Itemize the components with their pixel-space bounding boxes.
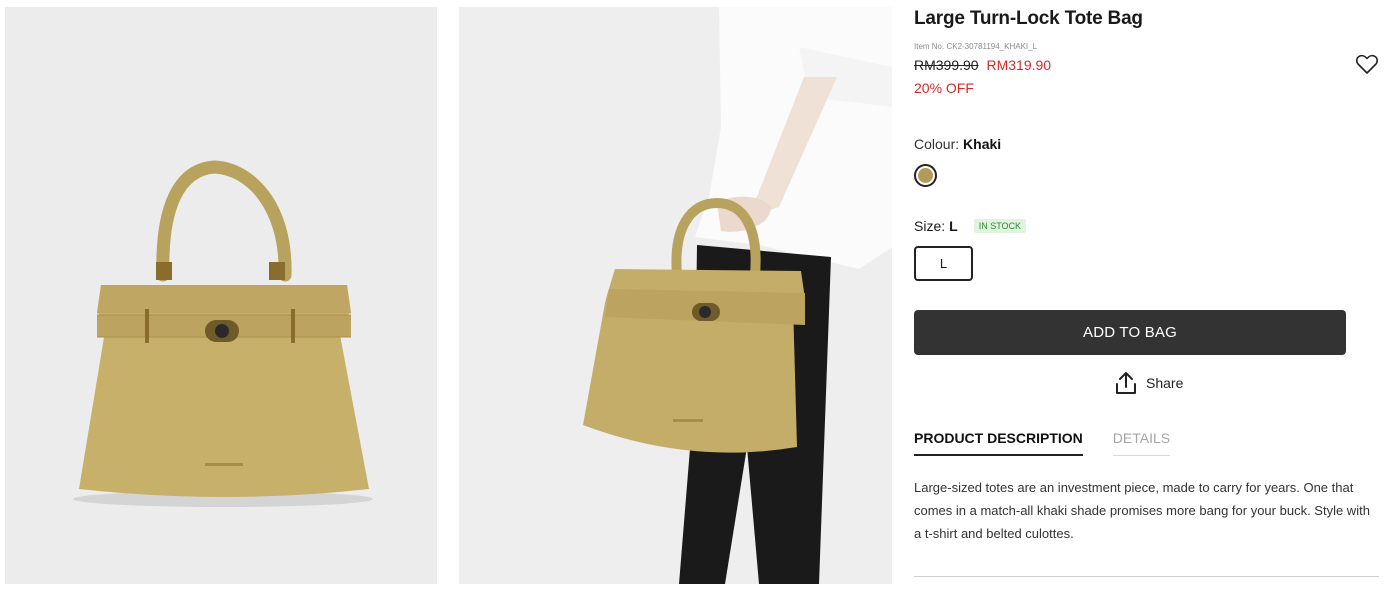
colour-label: Colour: Khaki xyxy=(914,136,1001,152)
stock-badge: IN STOCK xyxy=(973,219,1027,233)
discount-label: 20% OFF xyxy=(914,80,974,96)
model-with-tote-illustration xyxy=(459,7,892,584)
product-title: Large Turn-Lock Tote Bag xyxy=(914,8,1143,29)
product-description-text: Large-sized totes are an investment piec… xyxy=(914,480,1370,541)
tab-details[interactable]: DETAILS xyxy=(1112,430,1171,456)
original-price: RM399.90 xyxy=(914,57,979,73)
heart-icon xyxy=(1356,54,1378,74)
colour-label-text: Colour: xyxy=(914,136,960,152)
product-info-panel: Large Turn-Lock Tote Bag Item No. CK2-30… xyxy=(914,0,1384,591)
colour-swatch-khaki[interactable] xyxy=(914,164,937,187)
colour-value: Khaki xyxy=(963,136,1002,152)
share-icon xyxy=(1116,372,1136,394)
divider xyxy=(914,576,1379,577)
sale-price: RM319.90 xyxy=(986,57,1052,73)
swatch-color xyxy=(918,168,933,183)
product-image-model[interactable] xyxy=(459,7,892,584)
size-label-text: Size: xyxy=(914,218,946,234)
size-label: Size: L IN STOCK xyxy=(914,218,1027,234)
item-number: Item No. CK2-30781194_KHAKI_L xyxy=(914,42,1038,51)
price-row: RM399.90 RM319.90 xyxy=(914,57,1051,73)
add-to-bag-button[interactable]: ADD TO BAG xyxy=(914,310,1346,355)
tab-product-description[interactable]: PRODUCT DESCRIPTION xyxy=(914,430,1083,456)
size-option-l[interactable]: L xyxy=(914,246,973,281)
product-tabs: PRODUCT DESCRIPTION DETAILS xyxy=(914,430,1171,456)
tote-bag-illustration xyxy=(5,7,437,584)
share-button[interactable]: Share xyxy=(1115,371,1183,395)
product-image-main[interactable] xyxy=(5,7,437,584)
size-value: L xyxy=(949,218,958,234)
share-label: Share xyxy=(1146,375,1184,391)
wishlist-button[interactable] xyxy=(1355,52,1379,76)
